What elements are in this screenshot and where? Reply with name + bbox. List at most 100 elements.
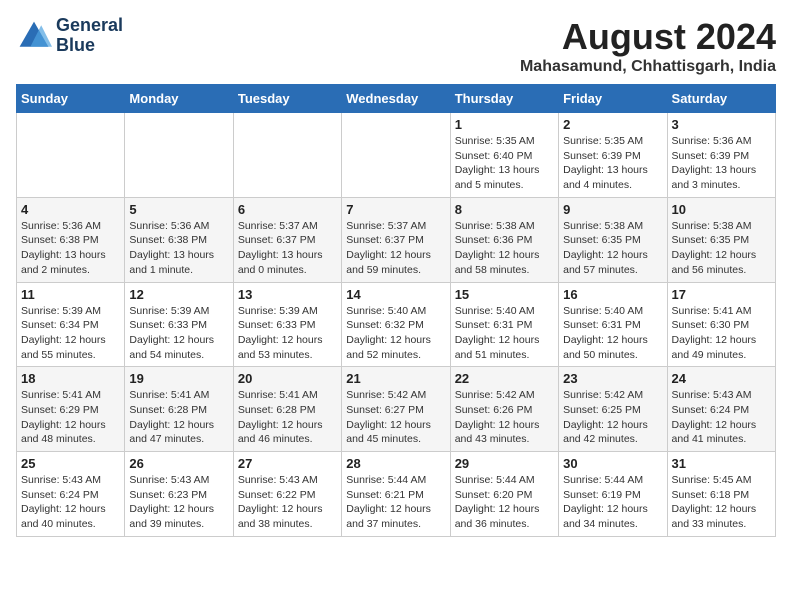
calendar-cell: 25 Sunrise: 5:43 AMSunset: 6:24 PMDayligh… [17,452,125,537]
calendar-header: SundayMondayTuesdayWednesdayThursdayFrid… [17,85,776,113]
day-info: Sunrise: 5:41 AMSunset: 6:28 PMDaylight:… [129,388,228,447]
day-info: Sunrise: 5:35 AMSunset: 6:40 PMDaylight:… [455,134,554,193]
day-number: 26 [129,456,228,471]
day-info: Sunrise: 5:37 AMSunset: 6:37 PMDaylight:… [346,219,445,278]
day-info: Sunrise: 5:45 AMSunset: 6:18 PMDaylight:… [672,473,771,532]
weekday-header-thursday: Thursday [450,85,558,113]
calendar-cell: 19 Sunrise: 5:41 AMSunset: 6:28 PMDayligh… [125,367,233,452]
day-info: Sunrise: 5:38 AMSunset: 6:35 PMDaylight:… [672,219,771,278]
calendar-cell: 11Sunrise: 5:39 AMSunset: 6:34 PMDayligh… [17,282,125,367]
calendar-table: SundayMondayTuesdayWednesdayThursdayFrid… [16,84,776,537]
day-number: 2 [563,117,662,132]
calendar-cell: 18Sunrise: 5:41 AMSunset: 6:29 PMDayligh… [17,367,125,452]
day-number: 27 [238,456,337,471]
calendar-cell: 31Sunrise: 5:45 AMSunset: 6:18 PMDayligh… [667,452,775,537]
weekday-header-wednesday: Wednesday [342,85,450,113]
day-info: Sunrise: 5:44 AMSunset: 6:20 PMDaylight:… [455,473,554,532]
weekday-header-sunday: Sunday [17,85,125,113]
day-number: 10 [672,202,771,217]
day-number: 22 [455,371,554,386]
calendar-cell: 15Sunrise: 5:40 AMSunset: 6:31 PMDayligh… [450,282,558,367]
day-info: Sunrise: 5:42 AMSunset: 6:25 PMDaylight:… [563,388,662,447]
calendar-cell: 9 Sunrise: 5:38 AMSunset: 6:35 PMDaylight… [559,197,667,282]
day-number: 28 [346,456,445,471]
calendar-cell: 7 Sunrise: 5:37 AMSunset: 6:37 PMDaylight… [342,197,450,282]
logo: General Blue [16,16,123,56]
day-info: Sunrise: 5:38 AMSunset: 6:35 PMDaylight:… [563,219,662,278]
weekday-header-friday: Friday [559,85,667,113]
calendar-cell: 27 Sunrise: 5:43 AMSunset: 6:22 PMDayligh… [233,452,341,537]
day-info: Sunrise: 5:43 AMSunset: 6:22 PMDaylight:… [238,473,337,532]
day-info: Sunrise: 5:43 AMSunset: 6:23 PMDaylight:… [129,473,228,532]
calendar-cell: 17Sunrise: 5:41 AMSunset: 6:30 PMDayligh… [667,282,775,367]
calendar-week-1: 1 Sunrise: 5:35 AMSunset: 6:40 PMDaylight… [17,113,776,198]
calendar-cell: 10 Sunrise: 5:38 AMSunset: 6:35 PMDayligh… [667,197,775,282]
day-info: Sunrise: 5:41 AMSunset: 6:28 PMDaylight:… [238,388,337,447]
calendar-cell: 13Sunrise: 5:39 AMSunset: 6:33 PMDayligh… [233,282,341,367]
calendar-cell: 8 Sunrise: 5:38 AMSunset: 6:36 PMDaylight… [450,197,558,282]
day-info: Sunrise: 5:44 AMSunset: 6:19 PMDaylight:… [563,473,662,532]
day-number: 5 [129,202,228,217]
calendar-cell: 14Sunrise: 5:40 AMSunset: 6:32 PMDayligh… [342,282,450,367]
calendar-cell: 21Sunrise: 5:42 AMSunset: 6:27 PMDayligh… [342,367,450,452]
day-info: Sunrise: 5:38 AMSunset: 6:36 PMDaylight:… [455,219,554,278]
calendar-cell: 12 Sunrise: 5:39 AMSunset: 6:33 PMDayligh… [125,282,233,367]
day-info: Sunrise: 5:42 AMSunset: 6:26 PMDaylight:… [455,388,554,447]
calendar-week-5: 25 Sunrise: 5:43 AMSunset: 6:24 PMDayligh… [17,452,776,537]
day-number: 25 [21,456,120,471]
calendar-cell [342,113,450,198]
day-info: Sunrise: 5:35 AMSunset: 6:39 PMDaylight:… [563,134,662,193]
main-title: August 2024 [520,16,776,58]
calendar-cell: 23 Sunrise: 5:42 AMSunset: 6:25 PMDayligh… [559,367,667,452]
day-number: 15 [455,287,554,302]
calendar-cell: 6 Sunrise: 5:37 AMSunset: 6:37 PMDaylight… [233,197,341,282]
day-number: 4 [21,202,120,217]
calendar-cell: 26 Sunrise: 5:43 AMSunset: 6:23 PMDayligh… [125,452,233,537]
day-info: Sunrise: 5:36 AMSunset: 6:38 PMDaylight:… [21,219,120,278]
calendar-cell: 30Sunrise: 5:44 AMSunset: 6:19 PMDayligh… [559,452,667,537]
calendar-body: 1 Sunrise: 5:35 AMSunset: 6:40 PMDaylight… [17,113,776,537]
day-number: 6 [238,202,337,217]
day-number: 8 [455,202,554,217]
day-info: Sunrise: 5:42 AMSunset: 6:27 PMDaylight:… [346,388,445,447]
day-number: 11 [21,287,120,302]
calendar-cell: 5Sunrise: 5:36 AMSunset: 6:38 PMDaylight… [125,197,233,282]
day-number: 23 [563,371,662,386]
weekday-header-saturday: Saturday [667,85,775,113]
day-number: 3 [672,117,771,132]
day-info: Sunrise: 5:44 AMSunset: 6:21 PMDaylight:… [346,473,445,532]
calendar-cell: 22 Sunrise: 5:42 AMSunset: 6:26 PMDayligh… [450,367,558,452]
day-info: Sunrise: 5:43 AMSunset: 6:24 PMDaylight:… [672,388,771,447]
day-info: Sunrise: 5:37 AMSunset: 6:37 PMDaylight:… [238,219,337,278]
day-info: Sunrise: 5:40 AMSunset: 6:31 PMDaylight:… [563,304,662,363]
calendar-week-3: 11Sunrise: 5:39 AMSunset: 6:34 PMDayligh… [17,282,776,367]
day-number: 7 [346,202,445,217]
calendar-cell [17,113,125,198]
day-number: 20 [238,371,337,386]
calendar-week-2: 4 Sunrise: 5:36 AMSunset: 6:38 PMDaylight… [17,197,776,282]
day-info: Sunrise: 5:36 AMSunset: 6:39 PMDaylight:… [672,134,771,193]
day-info: Sunrise: 5:39 AMSunset: 6:33 PMDaylight:… [129,304,228,363]
day-number: 9 [563,202,662,217]
day-number: 12 [129,287,228,302]
day-number: 24 [672,371,771,386]
calendar-cell: 3 Sunrise: 5:36 AMSunset: 6:39 PMDaylight… [667,113,775,198]
calendar-week-4: 18Sunrise: 5:41 AMSunset: 6:29 PMDayligh… [17,367,776,452]
calendar-cell: 29 Sunrise: 5:44 AMSunset: 6:20 PMDayligh… [450,452,558,537]
weekday-header-tuesday: Tuesday [233,85,341,113]
calendar-cell: 1 Sunrise: 5:35 AMSunset: 6:40 PMDaylight… [450,113,558,198]
day-info: Sunrise: 5:39 AMSunset: 6:33 PMDaylight:… [238,304,337,363]
day-number: 18 [21,371,120,386]
logo-icon [16,18,52,54]
calendar-cell [125,113,233,198]
day-number: 29 [455,456,554,471]
weekday-header-row: SundayMondayTuesdayWednesdayThursdayFrid… [17,85,776,113]
page-header: General Blue August 2024 Mahasamund, Chh… [16,16,776,76]
day-info: Sunrise: 5:40 AMSunset: 6:32 PMDaylight:… [346,304,445,363]
day-number: 19 [129,371,228,386]
calendar-cell: 28 Sunrise: 5:44 AMSunset: 6:21 PMDayligh… [342,452,450,537]
calendar-cell: 20 Sunrise: 5:41 AMSunset: 6:28 PMDayligh… [233,367,341,452]
day-number: 17 [672,287,771,302]
day-info: Sunrise: 5:43 AMSunset: 6:24 PMDaylight:… [21,473,120,532]
day-number: 1 [455,117,554,132]
